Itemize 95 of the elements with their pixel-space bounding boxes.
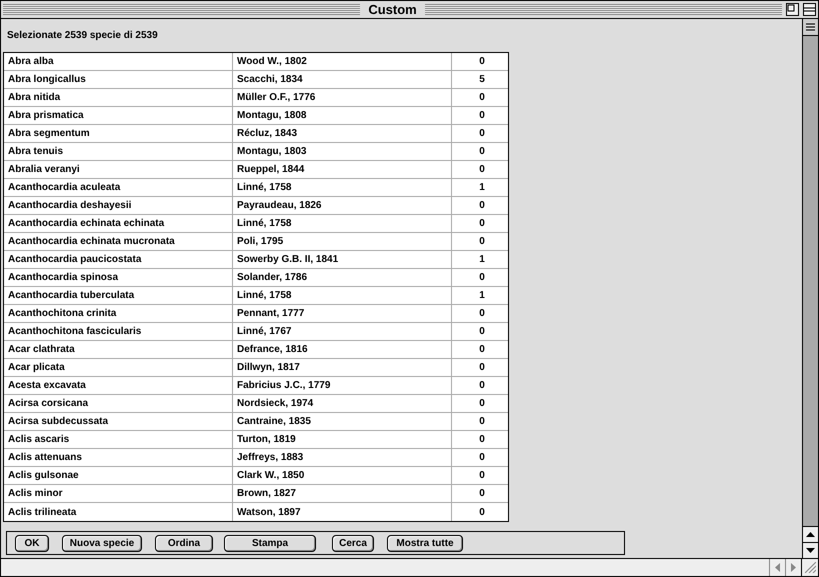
table-cell: Acanthocardia paucicostata <box>4 251 233 268</box>
table-cell-text: 0 <box>478 397 486 411</box>
table-cell: Abra tenuis <box>4 143 233 160</box>
table-cell: Linné, 1767 <box>233 323 452 340</box>
table-cell: Linné, 1758 <box>233 215 452 232</box>
table-cell: Acanthocardia aculeata <box>4 179 233 196</box>
table-cell-text: 1 <box>478 289 486 303</box>
table-cell: Abra segmentum <box>4 125 233 142</box>
table-cell: Jeffreys, 1883 <box>233 449 452 466</box>
resize-grip-icon[interactable] <box>804 562 816 573</box>
table-cell: Fabricius J.C., 1779 <box>233 377 452 394</box>
table-cell: Linné, 1758 <box>233 179 452 196</box>
table-cell-text: 0 <box>478 469 486 483</box>
action-button[interactable]: Cerca <box>332 534 374 552</box>
table-cell-text: 0 <box>478 433 486 447</box>
table-cell: Poli, 1795 <box>233 233 452 250</box>
table-cell-text: 0 <box>478 217 486 231</box>
table-cell-text: 0 <box>478 506 486 520</box>
table-cell: Müller O.F., 1776 <box>233 89 452 106</box>
zoom-box-icon[interactable] <box>786 3 800 16</box>
action-button[interactable]: Mostra tutte <box>387 534 463 552</box>
title-bar-stripes[interactable] <box>3 4 360 15</box>
table-cell: Abralia veranyi <box>4 161 233 178</box>
table-cell: Sowerby G.B. II, 1841 <box>233 251 452 268</box>
table-cell: Cantraine, 1835 <box>233 413 452 430</box>
table-cell: Aclis ascaris <box>4 431 233 448</box>
table-cell: Récluz, 1843 <box>233 125 452 142</box>
table-cell-text: 1 <box>478 253 486 267</box>
table-cell-text: 0 <box>478 55 486 69</box>
up-arrow-icon[interactable] <box>806 532 815 537</box>
table-cell: Montagu, 1803 <box>233 143 452 160</box>
table-cell: Abra nitida <box>4 89 233 106</box>
right-arrow-icon[interactable] <box>791 563 796 572</box>
table-cell: Abra longicallus <box>4 71 233 88</box>
table-cell-text: 0 <box>478 163 486 177</box>
scroll-thumb-icon[interactable] <box>806 22 815 32</box>
table-cell-text: 0 <box>478 91 486 105</box>
table-cell-text: 5 <box>478 73 486 87</box>
table-cell: Dillwyn, 1817 <box>233 359 452 376</box>
table-cell: Acirsa subdecussata <box>4 413 233 430</box>
table-cell: Linné, 1758 <box>233 287 452 304</box>
table-cell-text: 0 <box>478 487 486 501</box>
table-cell: Acirsa corsicana <box>4 395 233 412</box>
table-cell-text: 0 <box>478 451 486 465</box>
table-cell: Watson, 1897 <box>233 503 452 521</box>
table-cell-text: 0 <box>478 361 486 375</box>
table-cell: Acar clathrata <box>4 341 233 358</box>
table-cell: Pennant, 1777 <box>233 305 452 322</box>
table-cell: Acanthocardia echinata mucronata <box>4 233 233 250</box>
table-cell: Scacchi, 1834 <box>233 71 452 88</box>
table-cell: Acanthocardia tuberculata <box>4 287 233 304</box>
table-cell: Aclis gulsonae <box>4 467 233 484</box>
table-cell-text: 0 <box>478 235 486 249</box>
table-cell: Acanthocardia deshayesii <box>4 197 233 214</box>
table-cell: Turton, 1819 <box>233 431 452 448</box>
table-cell: Acanthocardia spinosa <box>4 269 233 286</box>
table-cell: Wood W., 1802 <box>233 53 452 70</box>
table-cell-text: 0 <box>478 325 486 339</box>
left-arrow-icon[interactable] <box>775 563 780 572</box>
window-title: Custom <box>367 2 418 17</box>
table-cell: Acanthochitona fascicularis <box>4 323 233 340</box>
table-cell: Nordsieck, 1974 <box>233 395 452 412</box>
table-cell: Montagu, 1808 <box>233 107 452 124</box>
table-cell: Defrance, 1816 <box>233 341 452 358</box>
selection-summary: Selezionate 2539 specie di 2539 <box>7 30 158 41</box>
table-cell: Rueppel, 1844 <box>233 161 452 178</box>
table-cell: Brown, 1827 <box>233 485 452 502</box>
action-button[interactable]: Nuova specie <box>62 534 142 552</box>
action-button[interactable]: Ordina <box>155 534 213 552</box>
action-button[interactable]: OK <box>15 534 49 552</box>
table-cell-text: 0 <box>478 415 486 429</box>
table-cell-text: 0 <box>478 145 486 159</box>
table-cell: Acar plicata <box>4 359 233 376</box>
down-arrow-icon[interactable] <box>806 548 815 553</box>
table-cell-text: 1 <box>478 181 486 195</box>
table-cell-text: 0 <box>478 199 486 213</box>
table-cell: Clark W., 1850 <box>233 467 452 484</box>
table-cell: Acanthochitona crinita <box>4 305 233 322</box>
table-cell: Abra alba <box>4 53 233 70</box>
table-cell: Aclis minor <box>4 485 233 502</box>
table-cell: Payraudeau, 1826 <box>233 197 452 214</box>
table-cell: Aclis attenuans <box>4 449 233 466</box>
table-cell-text: 0 <box>478 307 486 321</box>
table-cell-text: 0 <box>478 271 486 285</box>
table-cell: Solander, 1786 <box>233 269 452 286</box>
table-cell: Acesta excavata <box>4 377 233 394</box>
table-cell: Aclis trilineata <box>4 503 233 521</box>
table-cell: Acanthocardia echinata echinata <box>4 215 233 232</box>
table-cell-text: 0 <box>478 379 486 393</box>
table-cell: Abra prismatica <box>4 107 233 124</box>
action-button[interactable]: Stampa <box>224 534 316 552</box>
table-cell-text: 0 <box>478 127 486 141</box>
table-cell-text: 0 <box>478 109 486 123</box>
table-cell-text: 0 <box>478 343 486 357</box>
collapse-box-icon[interactable] <box>803 3 816 16</box>
